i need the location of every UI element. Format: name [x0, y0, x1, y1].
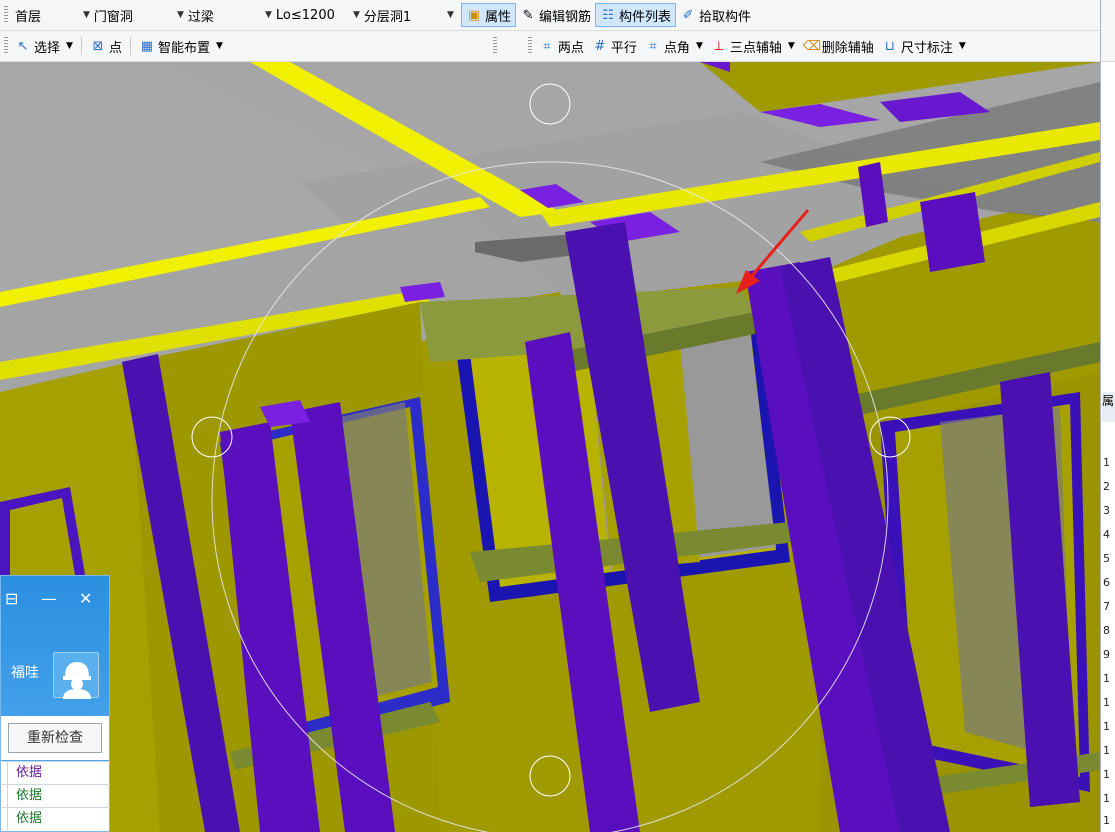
cursor-icon: ↖	[17, 38, 29, 54]
side-panel-header	[1101, 0, 1115, 62]
edit-rebar-icon: ✎	[522, 7, 534, 23]
basis-row[interactable]: 依据	[2, 807, 110, 830]
separator	[80, 37, 82, 55]
chevron-down-icon: ▼	[83, 10, 90, 20]
chevron-down-icon: ▼	[787, 41, 795, 51]
eyedropper-icon: ✐	[682, 7, 694, 23]
chevron-down-icon: ▼	[265, 10, 272, 20]
parallel-axis-button[interactable]: # 平行	[588, 34, 641, 58]
worker-helmet-icon	[63, 662, 91, 699]
property-row-number[interactable]: 1	[1103, 792, 1110, 805]
floor-dropdown[interactable]: 首层	[11, 3, 79, 27]
chevron-down-icon: ▼	[353, 10, 360, 20]
point-icon: ⊠	[92, 38, 104, 54]
toolbar-grip[interactable]	[527, 37, 532, 55]
toolbar-grip[interactable]	[4, 6, 8, 24]
smart-place-button[interactable]: ▦ 智能布置 ▼	[135, 34, 227, 58]
layer-dropdown-arrow[interactable]: ▼	[443, 3, 461, 27]
chat-button-bar: 重新检查	[1, 716, 109, 760]
chevron-down-icon: ▼	[215, 41, 223, 51]
chevron-down-icon: ▼	[66, 41, 73, 51]
parallel-icon: #	[594, 38, 606, 54]
grid-icon: ▦	[140, 38, 154, 54]
toolbar-grip[interactable]	[492, 37, 497, 55]
component-type-dropdown[interactable]: ▼ 过梁	[173, 3, 261, 27]
property-row-number[interactable]: 1	[1103, 720, 1110, 733]
list-icon: ☷	[602, 7, 614, 23]
chevron-down-icon: ▼	[695, 41, 703, 51]
eraser-icon: ⌫	[802, 38, 822, 54]
separator	[129, 37, 131, 55]
draw-toolbar: ↖ 选择 ▼ ⊠ 点 ▦ 智能布置 ▼ ⌗ 两点 # 平行 ⌗ 点角 ▼ ⟂ 三…	[0, 31, 1100, 62]
property-row-number[interactable]: 1	[1103, 672, 1110, 685]
property-row-number[interactable]: 2	[1103, 480, 1110, 493]
edit-rebar-button[interactable]: ✎ 编辑钢筋	[516, 3, 595, 27]
chevron-down-icon: ▼	[958, 41, 966, 51]
chevron-down-icon: ▼	[447, 10, 454, 20]
minimize-icon[interactable]: —	[41, 589, 57, 608]
assistant-name: 福哇	[11, 665, 39, 681]
two-points-icon: ⌗	[543, 38, 551, 54]
dimension-button[interactable]: ⊔ 尺寸标注 ▼	[878, 34, 970, 58]
close-icon[interactable]: ✕	[79, 589, 92, 608]
property-row-number[interactable]: 1	[1103, 744, 1110, 757]
property-row-number[interactable]: 7	[1103, 600, 1110, 613]
dimension-icon: ⊔	[884, 38, 895, 54]
property-row-number[interactable]: 1	[1103, 456, 1110, 469]
basis-row[interactable]: 依据	[2, 784, 110, 807]
point-angle-axis-button[interactable]: ⌗ 点角 ▼	[641, 34, 707, 58]
property-row-number[interactable]: 8	[1103, 624, 1110, 637]
point-angle-icon: ⌗	[649, 38, 657, 54]
pick-component-button[interactable]: ✐ 拾取构件	[676, 3, 755, 27]
properties-panel-title: 属	[1102, 392, 1115, 422]
component-name-dropdown[interactable]: ▼ Lo≤1200	[261, 3, 349, 27]
main-toolbar: 首层 ▼ 门窗洞 ▼ 过梁 ▼ Lo≤1200 ▼ 分层洞1 ▼ ▣ 属性 ✎ …	[0, 0, 1100, 31]
point-button[interactable]: ⊠ 点	[86, 34, 126, 58]
property-row-number[interactable]: 4	[1103, 528, 1110, 541]
select-button[interactable]: ↖ 选择 ▼	[11, 34, 77, 58]
assistant-chat-window[interactable]: ⊟ — ✕ 福哇 重新检查 依据 依据 依据	[0, 575, 110, 832]
category-dropdown[interactable]: ▼ 门窗洞	[79, 3, 173, 27]
component-list-button[interactable]: ☷ 构件列表	[595, 3, 677, 27]
chat-header: ⊟ — ✕ 福哇 重新检查	[1, 576, 109, 761]
property-row-number[interactable]: 1	[1103, 814, 1110, 827]
two-points-axis-button[interactable]: ⌗ 两点	[535, 34, 588, 58]
recheck-button[interactable]: 重新检查	[8, 723, 102, 753]
three-point-axis-button[interactable]: ⟂ 三点辅轴 ▼	[707, 34, 799, 58]
basis-row[interactable]: 依据	[2, 761, 110, 784]
properties-button[interactable]: ▣ 属性	[461, 3, 517, 27]
property-row-number[interactable]: 5	[1103, 552, 1110, 565]
message-icon[interactable]: ⊟	[5, 589, 18, 608]
3d-viewport[interactable]	[0, 62, 1100, 832]
properties-side-panel[interactable]: 属 1 2 3 4 5 6 7 8 9 1 1 1 1 1 1 1	[1100, 0, 1115, 832]
three-point-axis-icon: ⟂	[714, 38, 724, 54]
property-row-number[interactable]: 6	[1103, 576, 1110, 589]
property-row-number[interactable]: 1	[1103, 768, 1110, 781]
layer-dropdown[interactable]: ▼ 分层洞1	[349, 3, 443, 27]
property-row-number[interactable]: 9	[1103, 648, 1110, 661]
toolbar-grip[interactable]	[4, 37, 8, 55]
properties-icon: ▣	[467, 7, 481, 23]
delete-axis-button[interactable]: ⌫ 删除辅轴	[799, 34, 878, 58]
property-row-number[interactable]: 1	[1103, 696, 1110, 709]
3d-model-render	[0, 62, 1100, 832]
chevron-down-icon: ▼	[177, 10, 184, 20]
property-row-number[interactable]: 3	[1103, 504, 1110, 517]
avatar	[53, 652, 99, 699]
